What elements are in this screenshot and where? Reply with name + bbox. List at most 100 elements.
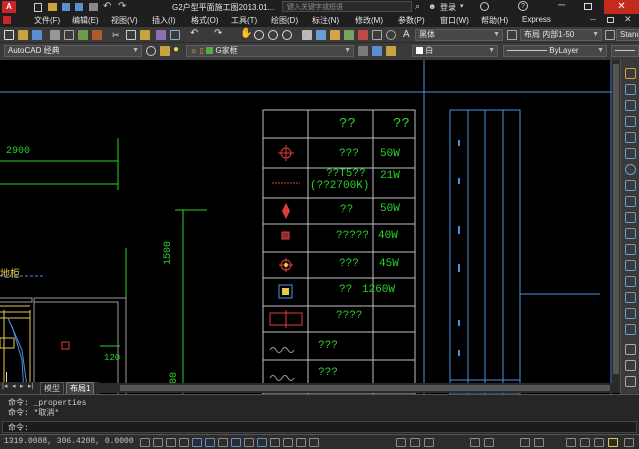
isolate-objects-icon[interactable] xyxy=(608,438,618,447)
lock-icon[interactable] xyxy=(580,438,590,447)
array-icon[interactable] xyxy=(625,132,636,143)
tb-save-icon[interactable] xyxy=(32,30,42,40)
help-icon[interactable]: ? xyxy=(518,1,528,11)
tab-prev-icon[interactable]: ◂ xyxy=(12,382,16,390)
zoom-status-icon[interactable] xyxy=(484,438,494,447)
fullscreen-icon[interactable] xyxy=(624,438,634,447)
linetype-select[interactable]: ByLayer ▼ xyxy=(503,45,607,57)
grid-icon[interactable] xyxy=(166,438,176,447)
tb-toolpalettes-icon[interactable] xyxy=(330,30,340,40)
lineweight-select[interactable] xyxy=(611,45,639,57)
viewport-scale-icon[interactable] xyxy=(520,438,530,447)
menu-express[interactable]: Express xyxy=(522,15,551,24)
layer-isolate-icon[interactable] xyxy=(372,46,382,56)
lineweight-icon[interactable] xyxy=(270,438,280,447)
tb-tablestyle-icon[interactable] xyxy=(605,30,615,40)
gear-icon[interactable] xyxy=(146,46,156,56)
color-select[interactable]: 白 ▼ xyxy=(412,45,498,57)
app-logo-icon[interactable]: A xyxy=(2,1,16,13)
tb-properties-icon[interactable] xyxy=(302,30,312,40)
tb-designcenter-icon[interactable] xyxy=(316,30,326,40)
menu-app-icon[interactable] xyxy=(3,16,11,24)
model-paper-icon[interactable] xyxy=(396,438,406,447)
maximize-icon[interactable] xyxy=(584,3,592,10)
menu-edit[interactable]: 编辑(E) xyxy=(72,15,99,26)
quickview-drawings-icon[interactable] xyxy=(424,438,434,447)
tb-cut-icon[interactable]: ✂ xyxy=(112,30,122,40)
tb-calc-icon[interactable] xyxy=(372,30,382,40)
tb-zoom-previous-icon[interactable] xyxy=(282,30,292,40)
qa-saveas-icon[interactable] xyxy=(75,3,83,11)
ortho-icon[interactable] xyxy=(179,438,189,447)
menu-parametric[interactable]: 参数(P) xyxy=(398,15,425,26)
workspace-switch-icon[interactable] xyxy=(566,438,576,447)
vertical-scrollbar[interactable] xyxy=(612,60,620,383)
minimize-icon[interactable]: ─ xyxy=(558,0,565,11)
otrack-icon[interactable] xyxy=(231,438,241,447)
layer-tools-icon[interactable] xyxy=(625,344,636,355)
tb-help-icon[interactable] xyxy=(386,30,396,40)
quickview-layouts-icon[interactable] xyxy=(410,438,420,447)
workspace-select[interactable]: AutoCAD 经典 ▼ xyxy=(4,45,142,57)
menu-dimension[interactable]: 标注(N) xyxy=(312,15,339,26)
trim-icon[interactable] xyxy=(625,212,636,223)
mirror-icon[interactable] xyxy=(625,100,636,111)
command-input[interactable]: 命令: xyxy=(2,421,637,433)
menu-format[interactable]: 格式(O) xyxy=(191,15,219,26)
tab-layout1[interactable]: 布局1 xyxy=(66,382,94,394)
layer-manager-icon[interactable] xyxy=(160,46,170,56)
menu-window[interactable]: 窗口(W) xyxy=(440,15,469,26)
search-box[interactable]: 键入关键字或短语 xyxy=(282,1,412,12)
tab-model[interactable]: 模型 xyxy=(40,382,64,394)
tb-paste-icon[interactable] xyxy=(140,30,150,40)
selection-cycling-icon[interactable] xyxy=(309,438,319,447)
menu-tools[interactable]: 工具(T) xyxy=(231,15,257,26)
layer-select[interactable]: ☼ ▯ G家框 ▼ xyxy=(186,45,354,57)
break-icon[interactable] xyxy=(625,244,636,255)
tb-new-icon[interactable] xyxy=(4,30,14,40)
pan-status-icon[interactable] xyxy=(470,438,480,447)
textstyle-select[interactable]: 黑体 ▼ xyxy=(415,29,503,41)
tb-matchprop-icon[interactable] xyxy=(156,30,166,40)
infer-constraints-icon[interactable] xyxy=(140,438,150,447)
fillet-icon[interactable] xyxy=(625,292,636,303)
transparency-icon[interactable] xyxy=(283,438,293,447)
tb-textstyle-icon[interactable]: A xyxy=(403,30,413,40)
drawing-canvas[interactable]: 2900 1500 120 000 地柜 ?? ?? ??? 50W ??T5?… xyxy=(0,60,620,394)
menu-file[interactable]: 文件(F) xyxy=(34,15,60,26)
tb-publish-icon[interactable] xyxy=(78,30,88,40)
tb-redo-icon[interactable]: ↷ xyxy=(214,29,224,39)
layer-walk-icon[interactable] xyxy=(386,46,396,56)
move-icon[interactable] xyxy=(625,148,636,159)
extend-icon[interactable] xyxy=(625,228,636,239)
scale-icon[interactable] xyxy=(625,180,636,191)
doc-minimize-icon[interactable]: ─ xyxy=(590,15,596,24)
tablestyle-select[interactable]: Standard xyxy=(616,29,639,41)
hardware-accel-icon[interactable] xyxy=(594,438,604,447)
polar-icon[interactable] xyxy=(192,438,202,447)
menu-insert[interactable]: 插入(I) xyxy=(152,15,176,26)
menu-view[interactable]: 视图(V) xyxy=(111,15,138,26)
menu-help[interactable]: 帮助(H) xyxy=(481,15,508,26)
qa-new-icon[interactable] xyxy=(34,3,42,12)
qa-save-icon[interactable] xyxy=(62,3,70,11)
snap-icon[interactable] xyxy=(153,438,163,447)
tb-zoom-window-icon[interactable] xyxy=(268,30,278,40)
tb-pan-icon[interactable]: ✋ xyxy=(240,29,250,39)
ducs-icon[interactable] xyxy=(244,438,254,447)
tb-preview-icon[interactable] xyxy=(64,30,74,40)
osnap-icon[interactable] xyxy=(205,438,215,447)
tb-open-icon[interactable] xyxy=(18,30,28,40)
dimstyle-select[interactable]: 布局 内部1-50 ▼ xyxy=(520,29,602,41)
scroll-thumb[interactable] xyxy=(613,64,619,374)
horizontal-scrollbar[interactable] xyxy=(100,383,620,393)
qa-open-icon[interactable] xyxy=(48,3,57,11)
rotate-icon[interactable] xyxy=(625,164,636,175)
tab-next-icon[interactable]: ▸ xyxy=(20,382,24,390)
draworder-icon[interactable] xyxy=(625,360,636,371)
doc-restore-icon[interactable] xyxy=(607,17,614,23)
tab-first-icon[interactable]: |◂ xyxy=(2,382,7,390)
annotation-scale-icon[interactable] xyxy=(534,438,544,447)
scroll-thumb[interactable] xyxy=(120,385,610,391)
copy-icon[interactable] xyxy=(625,84,636,95)
